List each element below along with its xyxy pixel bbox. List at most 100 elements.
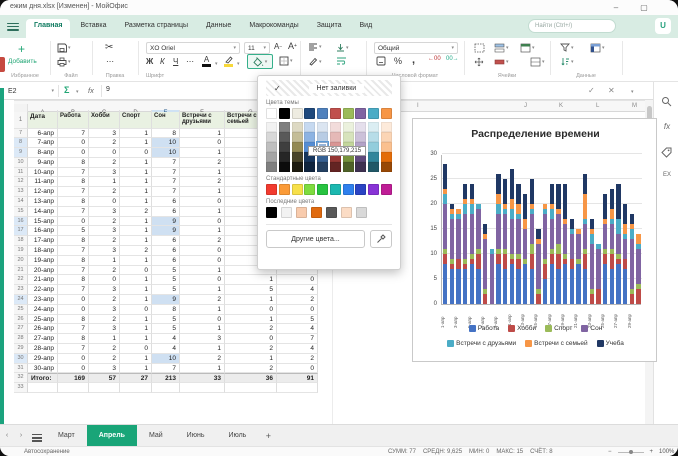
table-cell[interactable]: 24-апр bbox=[28, 305, 58, 315]
table-cell[interactable]: 1 bbox=[180, 285, 225, 295]
table-cell[interactable]: 8 bbox=[58, 177, 89, 187]
sheet-tab-Апрель[interactable]: Апрель bbox=[87, 425, 137, 446]
table-cell[interactable]: Встречи с друзьями bbox=[180, 112, 225, 129]
table-cell[interactable]: 27 bbox=[120, 373, 152, 383]
autosum-button[interactable]: Σ bbox=[64, 85, 69, 95]
table-cell[interactable]: 4 bbox=[277, 285, 318, 295]
table-cell[interactable]: 2 bbox=[277, 295, 318, 305]
color-swatch[interactable] bbox=[279, 184, 290, 195]
table-cell[interactable]: 15-апр bbox=[28, 217, 58, 227]
table-cell[interactable]: 2 bbox=[225, 344, 277, 354]
bold-button[interactable]: Ж bbox=[146, 57, 153, 66]
color-swatch[interactable] bbox=[341, 207, 352, 218]
color-swatch[interactable] bbox=[292, 152, 303, 162]
table-cell[interactable]: 1 bbox=[120, 364, 152, 374]
highlight-color-button[interactable] bbox=[224, 56, 233, 67]
row-header-20[interactable]: 20 bbox=[14, 256, 28, 266]
table-cell[interactable]: 2 bbox=[89, 266, 120, 276]
table-cell[interactable]: 2 bbox=[89, 236, 120, 246]
table-cell[interactable] bbox=[58, 383, 89, 393]
tag-icon[interactable] bbox=[661, 147, 673, 159]
table-cell[interactable]: 2 bbox=[89, 217, 120, 227]
table-cell[interactable]: 1 bbox=[120, 187, 152, 197]
cell-reference-box[interactable]: E2▾ bbox=[5, 85, 57, 97]
format-painter-button[interactable]: ▾ bbox=[308, 57, 322, 66]
row-header-31[interactable]: 31 bbox=[14, 364, 28, 374]
maximize-button[interactable]: ▢ bbox=[638, 2, 650, 13]
color-swatch[interactable] bbox=[292, 132, 303, 142]
table-cell[interactable]: 23-апр bbox=[28, 295, 58, 305]
table-cell[interactable]: 5 bbox=[152, 324, 180, 334]
menu-tab-Разметка страницы[interactable]: Разметка страницы bbox=[117, 19, 197, 38]
table-cell[interactable]: 0 bbox=[89, 275, 120, 285]
row-header-11[interactable]: 11 bbox=[14, 168, 28, 178]
table-cell[interactable]: Работа bbox=[58, 112, 89, 129]
table-cell[interactable]: 2 bbox=[89, 138, 120, 148]
table-cell[interactable]: 21-апр bbox=[28, 275, 58, 285]
table-cell[interactable]: 1 bbox=[120, 334, 152, 344]
table-cell[interactable]: 0 bbox=[58, 295, 89, 305]
color-swatch[interactable] bbox=[279, 122, 290, 132]
row-header-26[interactable]: 26 bbox=[14, 315, 28, 325]
table-cell[interactable]: 7-апр bbox=[28, 138, 58, 148]
table-cell[interactable]: 0 bbox=[58, 364, 89, 374]
table-cell[interactable]: 4 bbox=[152, 334, 180, 344]
table-cell[interactable]: 7 bbox=[58, 285, 89, 295]
table-cell[interactable]: 8 bbox=[58, 256, 89, 266]
color-swatch[interactable] bbox=[304, 184, 315, 195]
add-favorite-label[interactable]: Добавить bbox=[8, 58, 37, 65]
table-cell[interactable]: 1 bbox=[120, 236, 152, 246]
color-swatch[interactable] bbox=[279, 132, 290, 142]
table-cell[interactable]: 3 bbox=[89, 129, 120, 139]
table-cell[interactable]: 33 bbox=[180, 373, 225, 383]
minimize-button[interactable]: – bbox=[610, 2, 622, 13]
font-decrease-button[interactable]: A− bbox=[274, 42, 282, 51]
italic-button[interactable]: К bbox=[160, 57, 165, 66]
menu-tab-Главная[interactable]: Главная bbox=[26, 19, 70, 38]
table-cell[interactable]: 1 bbox=[120, 129, 152, 139]
color-swatch[interactable] bbox=[304, 108, 315, 119]
table-cell[interactable]: 5 bbox=[58, 226, 89, 236]
cancel-entry-icon[interactable]: ✕ bbox=[608, 86, 615, 95]
table-cell[interactable]: 10 bbox=[152, 148, 180, 158]
table-cell[interactable]: 2 bbox=[89, 344, 120, 354]
table-cell[interactable]: 16-апр bbox=[28, 226, 58, 236]
color-swatch[interactable] bbox=[266, 207, 277, 218]
table-cell[interactable]: 4 bbox=[152, 344, 180, 354]
row-header-18[interactable]: 18 bbox=[14, 236, 28, 246]
search-icon[interactable] bbox=[661, 96, 673, 108]
next-sheet-icon[interactable]: › bbox=[14, 425, 28, 446]
table-cell[interactable]: 7 bbox=[152, 364, 180, 374]
table-cell[interactable]: 10-апр bbox=[28, 168, 58, 178]
named-ranges-icon[interactable]: ЕХ bbox=[661, 172, 673, 184]
insert-cells-button[interactable] bbox=[474, 43, 485, 53]
table-cell[interactable]: 1 bbox=[180, 148, 225, 158]
table-cell[interactable]: Спорт bbox=[120, 112, 152, 129]
table-cell[interactable]: 8 bbox=[58, 236, 89, 246]
merge-cells-button[interactable]: ▾ bbox=[530, 57, 545, 67]
table-cell[interactable]: 1 bbox=[120, 275, 152, 285]
table-cell[interactable] bbox=[225, 383, 277, 393]
prev-sheet-icon[interactable]: ‹ bbox=[0, 425, 14, 446]
table-cell[interactable]: 0 bbox=[180, 246, 225, 256]
format-table-button[interactable]: ▾ bbox=[520, 43, 535, 53]
table-cell[interactable]: 1 bbox=[120, 354, 152, 364]
table-cell[interactable]: 10 bbox=[152, 354, 180, 364]
table-cell[interactable]: 19-апр bbox=[28, 256, 58, 266]
user-avatar[interactable]: U bbox=[655, 18, 671, 34]
table-cell[interactable]: 0 bbox=[180, 217, 225, 227]
table-cell[interactable]: 2 bbox=[89, 354, 120, 364]
table-cell[interactable]: 1 bbox=[180, 187, 225, 197]
table-cell[interactable]: 9 bbox=[152, 226, 180, 236]
row-header-32[interactable]: 32 bbox=[14, 373, 28, 383]
formula-input[interactable]: 9 bbox=[106, 86, 110, 93]
color-swatch[interactable] bbox=[368, 162, 379, 172]
number-format-select[interactable]: Общий▾ bbox=[374, 42, 458, 54]
color-swatch[interactable] bbox=[343, 122, 354, 132]
table-cell[interactable]: 2 bbox=[89, 158, 120, 168]
table-cell[interactable]: 22-апр bbox=[28, 285, 58, 295]
wrap-text-button[interactable] bbox=[336, 57, 347, 65]
table-cell[interactable]: 7 bbox=[152, 158, 180, 168]
cut-scissors-icon[interactable]: ✂ bbox=[105, 42, 113, 53]
increase-decimal-button[interactable]: 00→ bbox=[446, 56, 459, 62]
